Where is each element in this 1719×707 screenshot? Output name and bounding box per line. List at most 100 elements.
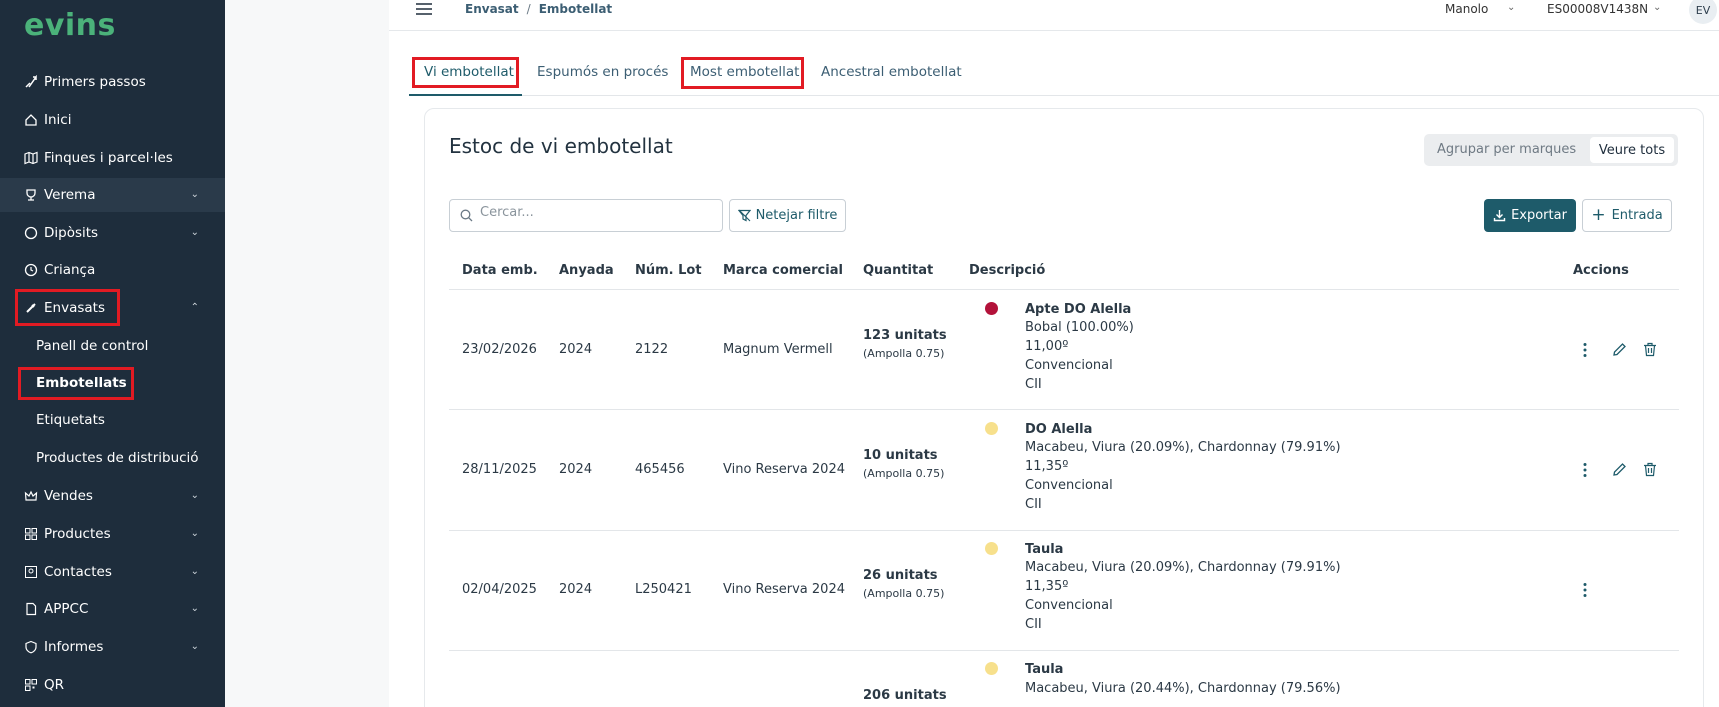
description-line: CII: [1025, 497, 1042, 512]
chevron-up-icon: ⌃: [190, 302, 199, 313]
sidebar-item-appcc[interactable]: APPCC ⌄: [0, 592, 225, 626]
column-header-vintage[interactable]: Anyada: [559, 263, 614, 278]
cell-brand: Vino Reserva 2024: [723, 462, 845, 477]
tab-espumos-en-proces[interactable]: Espumós en procés: [537, 64, 668, 80]
delete-icon[interactable]: [1643, 342, 1657, 361]
add-entry-button[interactable]: + Entrada: [1582, 199, 1672, 232]
sidebar: evins Primers passos Inici Finques i par…: [0, 0, 225, 707]
sidebar-subitem-etiquetats[interactable]: Etiquetats: [36, 408, 105, 432]
export-label: Exportar: [1511, 208, 1567, 223]
sidebar-item-crianca[interactable]: Criança: [0, 253, 225, 287]
more-options-icon[interactable]: [1582, 462, 1588, 482]
sidebar-item-label: Vendes: [44, 488, 93, 504]
sidebar-item-label: Dipòsits: [44, 225, 99, 241]
app-logo[interactable]: evins: [24, 8, 116, 43]
column-header-brand[interactable]: Marca comercial: [723, 263, 843, 278]
description-title: Apte DO Alella: [1025, 302, 1132, 317]
description-line: 11,35º: [1025, 579, 1069, 594]
user-selector[interactable]: Manolo: [1445, 2, 1488, 16]
column-header-description[interactable]: Descripció: [969, 263, 1045, 278]
highlight-box: [681, 57, 804, 89]
cell-brand: Magnum Vermell: [723, 342, 833, 357]
company-selector[interactable]: ES00008V1438N: [1547, 2, 1648, 16]
sidebar-item-label: APPCC: [44, 601, 89, 617]
more-options-icon[interactable]: [1582, 342, 1588, 362]
sidebar-item-inici[interactable]: Inici: [0, 103, 225, 137]
search-input[interactable]: [480, 205, 710, 220]
circle-icon: [24, 226, 38, 240]
sidebar-item-primers-passos[interactable]: Primers passos: [0, 65, 225, 99]
description-line: Macabeu, Viura (20.09%), Chardonnay (79.…: [1025, 560, 1341, 575]
sidebar-item-qr[interactable]: QR: [0, 668, 225, 702]
chevron-down-icon[interactable]: ⌄: [1507, 2, 1515, 13]
chevron-down-icon: ⌄: [190, 490, 199, 501]
column-header-date[interactable]: Data emb.: [462, 263, 538, 278]
divider: [449, 289, 1679, 290]
sidebar-item-verema[interactable]: Verema ⌄: [0, 178, 225, 212]
sidebar-item-label: QR: [44, 677, 65, 693]
divider: [449, 650, 1679, 651]
description-line: Convencional: [1025, 598, 1113, 613]
breadcrumb-item: Embotellat: [538, 2, 613, 16]
divider: [449, 409, 1679, 410]
delete-icon[interactable]: [1643, 462, 1657, 481]
column-header-actions: Accions: [1573, 263, 1629, 278]
chevron-down-icon: ⌄: [190, 641, 199, 652]
search-field: [449, 199, 723, 232]
column-header-lot[interactable]: Núm. Lot: [635, 263, 702, 278]
description-line: 11,00º: [1025, 339, 1069, 354]
home-icon: [24, 113, 38, 127]
chevron-down-icon[interactable]: ⌄: [1653, 2, 1661, 13]
edit-icon[interactable]: [1612, 462, 1627, 481]
cell-lot: L250421: [635, 582, 692, 597]
sidebar-item-label: Inici: [44, 112, 72, 128]
clear-filter-button[interactable]: Netejar filtre: [729, 199, 846, 232]
description-title: Taula: [1025, 662, 1064, 677]
cell-date: 23/02/2026: [462, 342, 537, 357]
menu-icon[interactable]: [416, 3, 432, 19]
sidebar-item-contactes[interactable]: Contactes ⌄: [0, 555, 225, 589]
document-icon: [24, 602, 38, 616]
sidebar-subitem-productes-distribucio[interactable]: Productes de distribució: [36, 446, 199, 470]
status-dot: [985, 662, 998, 675]
sidebar-item-finques[interactable]: Finques i parcel·les: [0, 141, 225, 175]
card-title: Estoc de vi embotellat: [449, 134, 673, 158]
clock-icon: [24, 263, 38, 277]
cell-quantity-unit: (Ampolla 0.75): [863, 347, 945, 360]
crown-icon: [24, 489, 38, 503]
sidebar-item-informes[interactable]: Informes ⌄: [0, 630, 225, 664]
description-line: 11,35º: [1025, 459, 1069, 474]
breadcrumb-item[interactable]: Envasat: [465, 2, 519, 16]
sidebar-subitem-panell[interactable]: Panell de control: [36, 334, 148, 358]
more-options-icon[interactable]: [1582, 582, 1588, 602]
qr-icon: [24, 678, 38, 692]
sidebar-item-diposits[interactable]: Dipòsits ⌄: [0, 216, 225, 250]
highlight-box: [18, 367, 134, 400]
sidebar-item-label: Productes: [44, 526, 111, 542]
column-header-quantity[interactable]: Quantitat: [863, 263, 933, 278]
chevron-down-icon: ⌄: [190, 603, 199, 614]
export-button[interactable]: Exportar: [1484, 199, 1576, 232]
sidebar-item-label: Contactes: [44, 564, 112, 580]
edit-icon[interactable]: [1612, 342, 1627, 361]
cell-date: 02/04/2025: [462, 582, 537, 597]
sidebar-item-label: Verema: [44, 187, 96, 203]
sidebar-item-vendes[interactable]: Vendes ⌄: [0, 479, 225, 513]
sidebar-item-label: Primers passos: [44, 74, 146, 90]
download-icon: [1493, 209, 1506, 222]
description-line: Convencional: [1025, 358, 1113, 373]
see-all-button[interactable]: Veure tots: [1590, 137, 1674, 163]
sidebar-item-productes[interactable]: Productes ⌄: [0, 517, 225, 551]
description-line: Bobal (100.00%): [1025, 320, 1134, 335]
status-dot: [985, 542, 998, 555]
description-title: Taula: [1025, 542, 1064, 557]
sidebar-item-label: Finques i parcel·les: [44, 150, 173, 166]
top-bar: Envasat / Embotellat Manolo ⌄ ES00008V1438…: [389, 0, 1719, 31]
plus-icon: +: [1591, 205, 1606, 225]
active-tab-indicator: [409, 94, 522, 96]
sidebar-item-label: Informes: [44, 639, 104, 655]
cell-lot: 465456: [635, 462, 685, 477]
avatar[interactable]: EV: [1689, 0, 1717, 24]
group-by-brand-button[interactable]: Agrupar per marques: [1437, 142, 1576, 157]
tab-ancestral-embotellat[interactable]: Ancestral embotellat: [821, 64, 962, 80]
